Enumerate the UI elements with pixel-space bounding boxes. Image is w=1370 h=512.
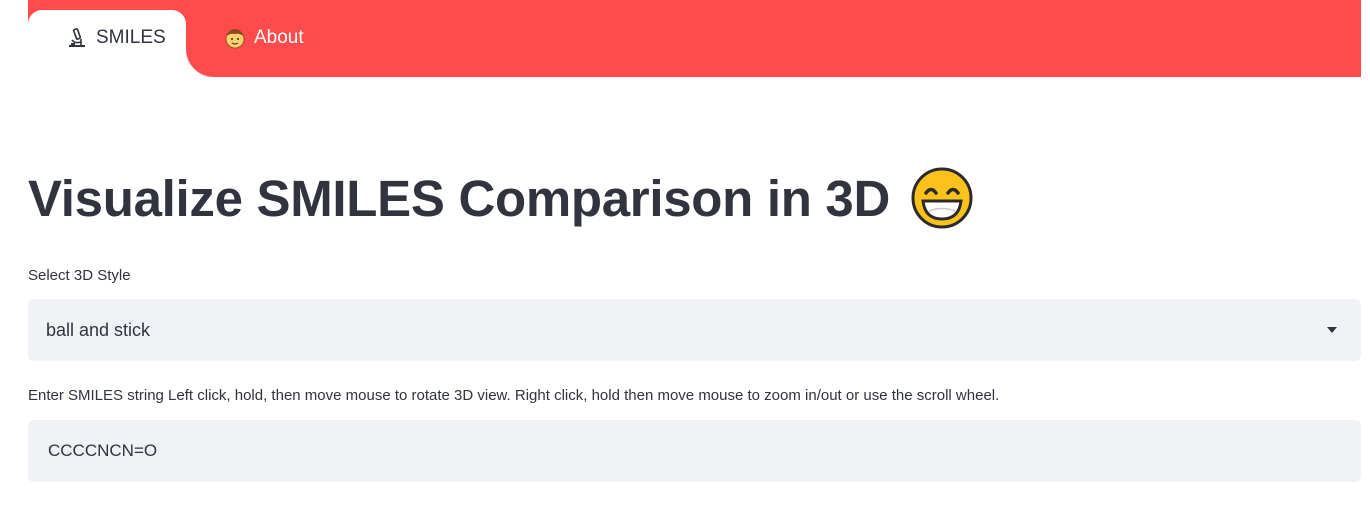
- tab-about[interactable]: About: [224, 27, 304, 49]
- page-title-text: Visualize SMILES Comparison in 3D: [28, 169, 891, 227]
- smiles-input[interactable]: [28, 420, 1361, 482]
- tab-smiles-label: SMILES: [96, 27, 166, 48]
- app-page: SMILES About Visualize SMILES Comparison…: [0, 0, 1370, 512]
- style-select-label: Select 3D Style: [28, 267, 131, 284]
- person-face-icon: [225, 29, 245, 49]
- tab-about-label: About: [254, 27, 304, 48]
- tab-smiles[interactable]: SMILES: [28, 10, 214, 77]
- top-navbar: SMILES About: [28, 0, 1361, 77]
- grinning-face-icon: [911, 167, 973, 229]
- chevron-down-icon[interactable]: [1327, 327, 1337, 333]
- microscope-icon: [69, 28, 85, 47]
- style-select[interactable]: ball and stick: [28, 299, 1361, 361]
- style-select-value: ball and stick: [46, 319, 151, 340]
- smiles-input-label: Enter SMILES string Left click, hold, th…: [28, 387, 1000, 404]
- page-title: Visualize SMILES Comparison in 3D: [28, 166, 974, 230]
